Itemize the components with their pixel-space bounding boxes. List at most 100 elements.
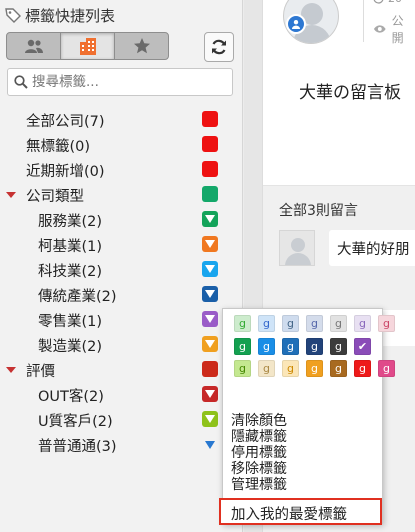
tag-item[interactable]: 科技業(2) <box>0 258 243 283</box>
color-swatch[interactable]: g <box>234 338 251 355</box>
star-icon <box>133 38 150 54</box>
tag-color-swatch[interactable] <box>202 186 218 202</box>
post-time: 20 <box>373 0 402 5</box>
color-swatch[interactable]: g <box>330 315 347 332</box>
dropdown-arrow-icon <box>205 390 215 398</box>
tag-color-swatch[interactable] <box>202 261 218 277</box>
color-swatch[interactable]: g <box>306 315 323 332</box>
color-swatch[interactable]: g <box>354 315 371 332</box>
tag-item[interactable]: 製造業(2) <box>0 333 243 358</box>
dropdown-arrow-icon <box>205 215 215 223</box>
palette-row: ggggggg <box>234 315 395 332</box>
add-favorite-menu-item[interactable]: 加入我的最愛標籤 <box>219 498 382 525</box>
search-icon <box>14 75 28 89</box>
color-swatch[interactable]: g <box>354 360 371 377</box>
tag-item[interactable]: 傳統產業(2) <box>0 283 243 308</box>
tag-item[interactable]: 零售業(1) <box>0 308 243 333</box>
dropdown-arrow-icon <box>205 265 215 273</box>
tag-label: 服務業(2) <box>38 214 103 230</box>
tag-color-swatch[interactable] <box>202 311 218 327</box>
eye-icon <box>373 25 386 33</box>
palette-row: ggggggg <box>234 360 395 377</box>
tag-list: 全部公司(7) 無標籤(0) 近期新增(0) 公司類型服務業(2) 柯基業(1) 科技業(… <box>0 108 243 458</box>
tag-item[interactable]: 近期新增(0) <box>0 158 243 183</box>
palette-row: g g g g g ✔ <box>234 338 371 355</box>
color-swatch[interactable]: g <box>258 315 275 332</box>
tag-color-swatch[interactable] <box>202 161 218 177</box>
tag-item[interactable]: 柯基業(1) <box>0 233 243 258</box>
color-swatch[interactable]: g <box>330 338 347 355</box>
tag-label: 科技業(2) <box>38 264 103 280</box>
user-badge-icon <box>286 14 306 34</box>
color-swatch[interactable]: g <box>282 338 299 355</box>
tag-color-swatch[interactable] <box>202 386 218 402</box>
menu-item[interactable]: 隱藏標籤 <box>231 429 287 445</box>
tag-label: 製造業(2) <box>38 339 103 355</box>
color-swatch[interactable]: g <box>258 338 275 355</box>
tag-color-swatch[interactable] <box>202 111 218 127</box>
tab-companies[interactable] <box>61 33 115 59</box>
dropdown-arrow-icon <box>205 240 215 248</box>
tag-item[interactable]: 全部公司(7) <box>0 108 243 133</box>
color-swatch[interactable]: g <box>306 338 323 355</box>
tag-label: 柯基業(1) <box>38 239 103 255</box>
tag-color-swatch[interactable] <box>202 411 218 427</box>
add-favorite-label: 加入我的最愛標籤 <box>231 507 347 523</box>
color-swatch[interactable]: g <box>378 360 395 377</box>
color-swatch[interactable]: g <box>330 360 347 377</box>
color-swatch[interactable]: g <box>234 315 251 332</box>
tag-color-swatch[interactable] <box>202 236 218 252</box>
color-swatch[interactable]: g <box>282 360 299 377</box>
menu-item[interactable]: 清除顏色 <box>231 413 287 429</box>
post-text: 大華の留言板 <box>299 83 401 103</box>
tag-color-swatch[interactable] <box>202 211 218 227</box>
color-swatch[interactable]: g <box>258 360 275 377</box>
tag-sidebar: 標籤快捷列表 搜尋標籤... 全部公司(7) 無標籤(0) 近期新增(0) 公司… <box>0 0 243 532</box>
tag-item[interactable]: 服務業(2) <box>0 208 243 233</box>
tag-search <box>7 68 233 96</box>
tag-item[interactable]: OUT客(2) <box>0 383 243 408</box>
clock-icon <box>373 0 384 4</box>
menu-item[interactable]: 移除標籤 <box>231 461 287 477</box>
comment-bubble: 大華的好朋 <box>329 230 415 266</box>
tag-item[interactable]: 公司類型 <box>0 183 243 208</box>
tag-color-swatch[interactable] <box>202 361 218 377</box>
tag-label: OUT客(2) <box>38 389 104 405</box>
tag-color-swatch[interactable] <box>202 436 218 452</box>
dropdown-arrow-icon <box>205 290 215 298</box>
tag-item[interactable]: U質客戶(2) <box>0 408 243 433</box>
menu-item[interactable]: 停用標籤 <box>231 445 287 461</box>
tag-label: 無標籤(0) <box>26 139 91 155</box>
tag-label: 全部公司(7) <box>26 114 105 130</box>
caret-down-icon[interactable] <box>6 192 16 198</box>
tab-favorites[interactable] <box>115 33 168 59</box>
tag-item[interactable]: 無標籤(0) <box>0 133 243 158</box>
tag-label: U質客戶(2) <box>38 414 113 430</box>
tag-label: 零售業(1) <box>38 314 103 330</box>
comments-title: 全部3則留言 <box>279 203 358 219</box>
tag-color-swatch[interactable] <box>202 336 218 352</box>
users-icon <box>24 39 43 53</box>
color-swatch[interactable]: g <box>234 360 251 377</box>
refresh-button[interactable] <box>204 32 234 62</box>
tag-color-swatch[interactable] <box>202 136 218 152</box>
color-swatch[interactable]: g <box>306 360 323 377</box>
tab-contacts[interactable] <box>7 33 61 59</box>
tag-color-swatch[interactable] <box>202 286 218 302</box>
tag-item[interactable]: 評價 <box>0 358 243 383</box>
tag-label: 普普通通(3) <box>38 439 117 455</box>
tag-item[interactable]: 普普通通(3) <box>0 433 243 458</box>
caret-down-icon[interactable] <box>6 367 16 373</box>
tag-label: 近期新增(0) <box>26 164 105 180</box>
color-swatch[interactable]: g <box>378 315 395 332</box>
tag-label: 傳統產業(2) <box>38 289 117 305</box>
color-swatch[interactable]: g <box>282 315 299 332</box>
menu-item[interactable]: 管理標籤 <box>231 477 287 493</box>
color-swatch[interactable]: ✔ <box>354 338 371 355</box>
comment-avatar <box>279 230 315 266</box>
search-input[interactable] <box>32 74 232 90</box>
menu-items: 清除顏色 隱藏標籤 停用標籤 移除標籤 管理標籤 <box>231 413 287 493</box>
dropdown-arrow-icon <box>205 441 215 449</box>
sidebar-title: 標籤快捷列表 <box>25 6 116 25</box>
dropdown-arrow-icon <box>205 340 215 348</box>
